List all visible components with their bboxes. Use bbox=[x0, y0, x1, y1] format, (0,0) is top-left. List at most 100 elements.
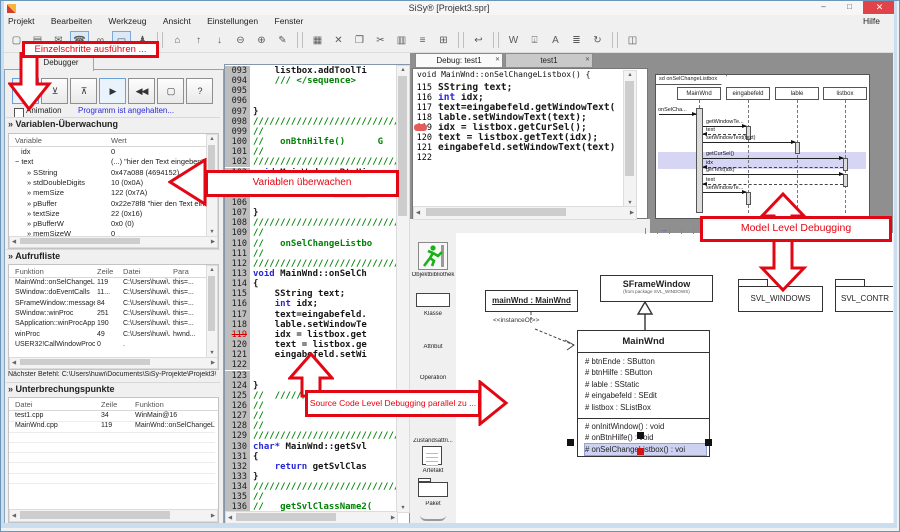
code-line[interactable]: 102//////////////////////////// bbox=[225, 157, 396, 167]
list-icon[interactable]: ≡ bbox=[413, 31, 432, 50]
code-line[interactable]: 128// bbox=[225, 421, 396, 431]
watch-col-variable[interactable]: Variable bbox=[15, 136, 42, 145]
cs-col-para[interactable]: Para bbox=[173, 267, 189, 276]
code-line[interactable]: 115SString text; bbox=[414, 83, 628, 93]
callstack-vscrollbar[interactable]: ▲ ▼ bbox=[206, 265, 218, 358]
code-line[interactable]: 120 text = listbox.ge bbox=[225, 340, 396, 350]
lifeline-listbox[interactable]: listbox bbox=[823, 87, 867, 100]
code-line[interactable]: 113void MainWnd::onSelCh bbox=[225, 269, 396, 279]
attribute[interactable]: # btnEnde : SButton bbox=[585, 356, 709, 367]
refresh-icon[interactable]: ↻ bbox=[588, 31, 607, 50]
callstack-row[interactable]: SFrameWindow::message...84C:\Users\huwi\… bbox=[9, 299, 205, 309]
cut-icon[interactable]: ✂ bbox=[371, 31, 390, 50]
toolbox-item-paket[interactable]: Paket bbox=[410, 501, 456, 507]
code-line[interactable]: 121eingabefeld.setWindowText(text) bbox=[414, 143, 628, 153]
font-icon[interactable]: A bbox=[546, 31, 565, 50]
cs-col-zeile[interactable]: Zeile bbox=[97, 267, 113, 276]
bp-col-datei[interactable]: Datei bbox=[15, 400, 33, 409]
paste-icon[interactable]: ▥ bbox=[392, 31, 411, 50]
callstack-row[interactable]: MainWnd::onSelChangeLis...119C:\Users\hu… bbox=[9, 278, 205, 288]
table-icon[interactable]: ⊞ bbox=[434, 31, 453, 50]
close-icon[interactable]: ✕ bbox=[585, 53, 590, 67]
zoom-out-icon[interactable]: ⊖ bbox=[231, 31, 250, 50]
attribute[interactable]: # lable : SStatic bbox=[585, 379, 709, 390]
code-line[interactable]: 117text=eingabefeld.getWindowText( bbox=[414, 103, 628, 113]
code-line[interactable]: 111// bbox=[225, 249, 396, 259]
callstack-row[interactable]: USER32!CallWindowProcA0. bbox=[9, 340, 205, 350]
code-line[interactable]: 108//////////////////////////// bbox=[225, 218, 396, 228]
breakpoints-hscrollbar[interactable]: ◀ ▶ bbox=[9, 509, 218, 522]
toolbox-item-attribut[interactable]: Attribut bbox=[410, 344, 456, 350]
tab-test1[interactable]: test1 ✕ bbox=[505, 53, 593, 68]
edit-page-icon[interactable]: ✎ bbox=[273, 31, 292, 50]
code-line[interactable]: 118lable.setWindowText(text); bbox=[414, 113, 628, 123]
toolbox-item-zustandsattribut[interactable]: Zustandsattri... bbox=[410, 438, 456, 444]
package-icon-body[interactable] bbox=[418, 482, 448, 497]
callstack-section-header[interactable]: » Aufrufliste bbox=[8, 251, 60, 261]
maximize-button[interactable]: □ bbox=[837, 1, 862, 14]
code-line[interactable]: 095 bbox=[225, 86, 396, 96]
selection-handle[interactable] bbox=[637, 432, 644, 439]
code-line[interactable]: 110// onSelChangeListbo bbox=[225, 239, 396, 249]
code-line[interactable]: 100// onBtnHilfe() G bbox=[225, 137, 396, 147]
close-icon[interactable]: ✕ bbox=[495, 53, 500, 67]
form-icon[interactable]: ▦ bbox=[308, 31, 327, 50]
code-line[interactable]: 129//////////////////////////// bbox=[225, 431, 396, 441]
selection-handle-red[interactable] bbox=[637, 448, 644, 455]
toolbox-item-klasse[interactable]: Klasse bbox=[410, 311, 456, 317]
debug-code-vscrollbar[interactable]: ▲ ▼ bbox=[623, 70, 637, 208]
code-line[interactable]: 131{ bbox=[225, 452, 396, 462]
menu-projekt[interactable]: Projekt bbox=[1, 15, 41, 28]
class-diagram-canvas[interactable]: mainWnd : MainWnd <<instanceOf>> SFrameW… bbox=[455, 233, 893, 524]
code-line[interactable]: 106 bbox=[225, 198, 396, 208]
attribute[interactable]: # eingabefeld : SEdit bbox=[585, 390, 709, 401]
lifeline-MainWnd[interactable]: MainWnd bbox=[677, 87, 721, 100]
operation[interactable]: # onBtnHilfe() : void bbox=[585, 432, 709, 443]
code-line[interactable]: 096 bbox=[225, 96, 396, 106]
code-line[interactable]: 107} bbox=[225, 208, 396, 218]
watch-col-wert[interactable]: Wert bbox=[111, 136, 127, 145]
tab-debug-test1[interactable]: Debug: test1 ✕ bbox=[415, 53, 503, 68]
code-line[interactable]: 109// bbox=[225, 228, 396, 238]
code-line[interactable]: 112//////////////////////////// bbox=[225, 259, 396, 269]
code-line[interactable]: 132 return getSvlClas bbox=[225, 462, 396, 472]
callstack-row[interactable]: SWindow::winProc251C:\Users\huwi\...this… bbox=[9, 309, 205, 319]
object-mainwnd[interactable]: mainWnd : MainWnd bbox=[485, 290, 578, 312]
run-button[interactable]: ▶ bbox=[99, 78, 126, 104]
menu-einstellungen[interactable]: Einstellungen bbox=[200, 15, 265, 28]
code-line[interactable]: 098//////////////////////////// bbox=[225, 117, 396, 127]
operation-selected[interactable]: # onSelChangeListbox() : voi bbox=[585, 444, 706, 455]
debug-code-hscrollbar[interactable]: ◀ ▶ bbox=[413, 206, 637, 220]
code-line[interactable]: 099// bbox=[225, 127, 396, 137]
code-line[interactable]: 119 idx = listbox.get bbox=[225, 330, 396, 340]
align-icon[interactable]: ≣ bbox=[567, 31, 586, 50]
zoom-in-icon[interactable]: ⊕ bbox=[252, 31, 271, 50]
callstack-row[interactable]: SWindow::doEventCalls11...C:\Users\huwi\… bbox=[9, 288, 205, 298]
menu-bearbeiten[interactable]: Bearbeiten bbox=[44, 15, 99, 28]
code-line[interactable]: 097} bbox=[225, 107, 396, 117]
code-line[interactable]: 115 SString text; bbox=[225, 289, 396, 299]
toolbox-item-artefakt[interactable]: Artefakt bbox=[410, 468, 456, 474]
code-line[interactable]: 133} bbox=[225, 472, 396, 482]
operation[interactable]: # onInitWindow() : void bbox=[585, 421, 709, 432]
artifact-icon[interactable] bbox=[422, 446, 442, 465]
copy-icon[interactable]: ❐ bbox=[350, 31, 369, 50]
source-editor[interactable]: 093 listbox.addToolTi094 /// </sequence>… bbox=[224, 64, 410, 524]
breakpoints-section-header[interactable]: » Unterbrechungspunkte bbox=[8, 384, 115, 394]
callstack-row[interactable]: SApplication::winProcApp190C:\Users\huwi… bbox=[9, 319, 205, 329]
watch-row[interactable]: » textSize22 (0x16) bbox=[9, 209, 205, 219]
code-line[interactable]: 116int idx; bbox=[414, 93, 628, 103]
home-icon[interactable]: ⌂ bbox=[168, 31, 187, 50]
code-line[interactable]: 134//////////////////////////// bbox=[225, 482, 396, 492]
code-line[interactable]: 094 /// </sequence> bbox=[225, 76, 396, 86]
menu-werkzeug[interactable]: Werkzeug bbox=[101, 15, 153, 28]
run-back-button[interactable]: ◀◀ bbox=[128, 78, 155, 104]
code-line[interactable]: 118 lable.setWindowTe bbox=[225, 320, 396, 330]
code-line[interactable]: 114{ bbox=[225, 279, 396, 289]
arrow-up-icon[interactable]: ↑ bbox=[189, 31, 208, 50]
code-line[interactable]: 122 bbox=[414, 153, 628, 163]
package-svl-controls[interactable]: SVL_CONTR bbox=[835, 286, 893, 312]
code-line[interactable]: 117 text=eingabefeld. bbox=[225, 310, 396, 320]
menu-ansicht[interactable]: Ansicht bbox=[156, 15, 198, 28]
toolbox-item-objektbibliothek[interactable]: Objektbibliothek bbox=[410, 272, 456, 278]
